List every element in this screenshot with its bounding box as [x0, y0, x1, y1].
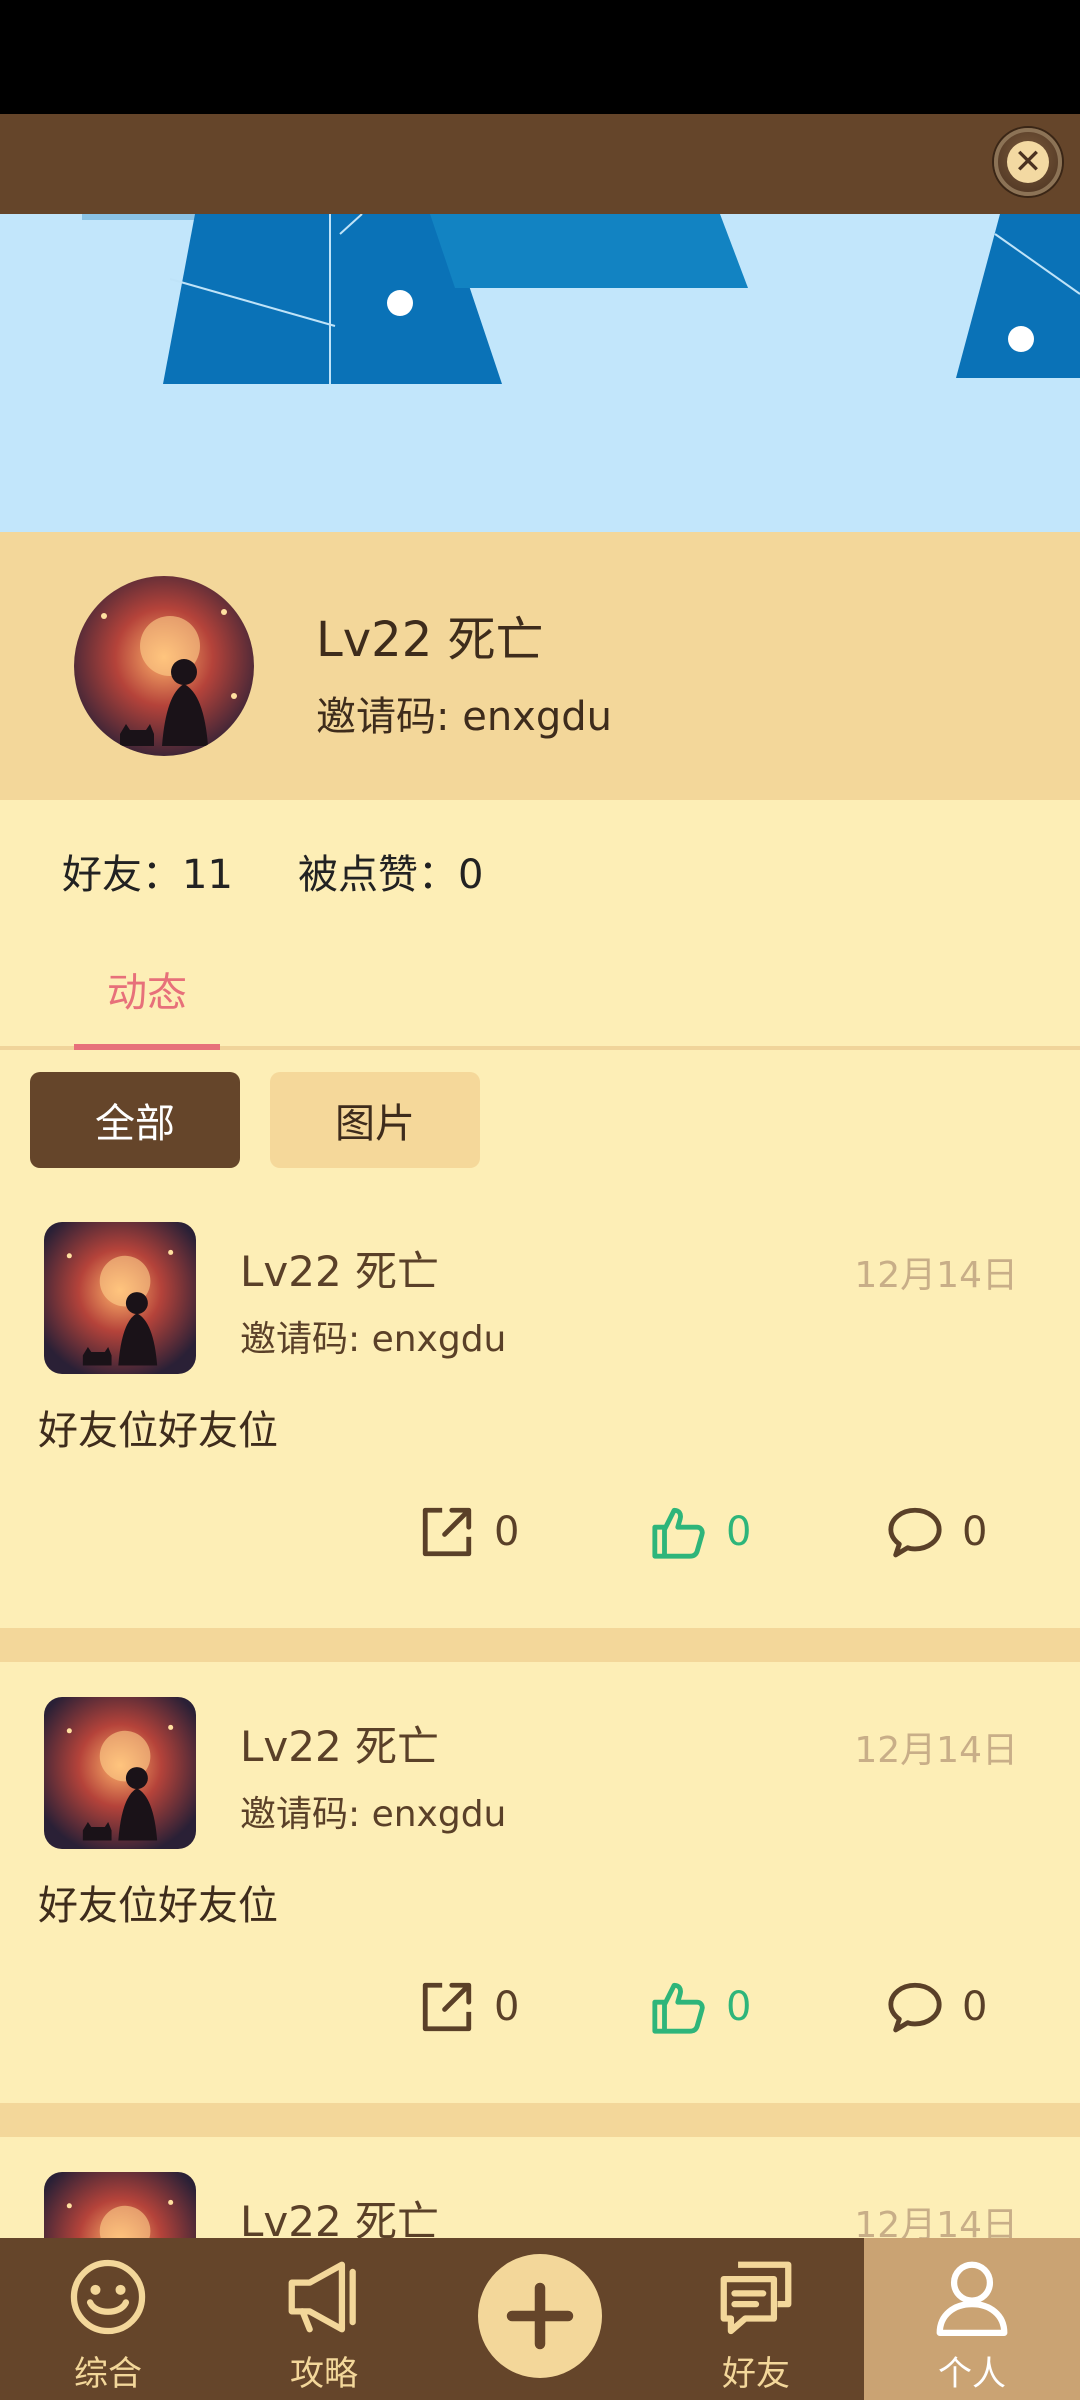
likes-stat: 被点赞：0 [298, 842, 483, 900]
friends-stat-value: 11 [182, 852, 233, 898]
post-avatar[interactable] [44, 2172, 196, 2238]
post-date: 12月14日 [854, 1730, 1018, 1771]
banner-pattern [82, 214, 1080, 384]
post-divider [0, 2103, 1080, 2137]
filter-bar: 全部 图片 [0, 1050, 1080, 1190]
profile-stats: 好友：11 被点赞：0 [0, 800, 1080, 910]
post-card[interactable]: Lv22 死亡 邀请码: enxgdu 12月14日 好友位好友位 0 0 0 [0, 1677, 1080, 2117]
nav-friends[interactable]: 好友 [648, 2238, 864, 2400]
profile-name: Lv22 死亡 [316, 612, 544, 668]
like-count: 0 [726, 1984, 752, 2030]
post-card[interactable]: Lv22 死亡 邀请码: enxgdu 12月14日 好友位好友位 0 0 0 [0, 1202, 1080, 1642]
thumbs-up-icon [652, 1982, 705, 2034]
post-card[interactable]: Lv22 死亡 12月14日 [0, 2152, 1080, 2238]
share-icon [422, 1507, 472, 1557]
comment-count: 0 [962, 1984, 988, 2030]
avatar[interactable] [74, 576, 254, 756]
profile-banner [0, 214, 1080, 532]
friends-stat-label: 好友： [62, 852, 182, 898]
avatar-image [44, 1222, 196, 1374]
post-date: 12月14日 [854, 1255, 1018, 1296]
nav-general[interactable]: 综合 [0, 2238, 216, 2400]
post-date: 12月14日 [854, 2205, 1018, 2238]
smiley-icon [70, 2259, 146, 2335]
nav-personal[interactable]: 个人 [864, 2238, 1080, 2400]
nav-guide[interactable]: 攻略 [216, 2238, 432, 2400]
filter-pictures-button[interactable]: 图片 [270, 1072, 480, 1168]
chat-icon [720, 2261, 792, 2335]
share-action[interactable]: 0 [418, 1977, 519, 2037]
nav-guide-label: 攻略 [290, 2354, 358, 2394]
invite-code-value: enxgdu [462, 694, 612, 740]
post-author-name: Lv22 死亡 [240, 1722, 440, 1771]
post-author-name: Lv22 死亡 [240, 2197, 440, 2238]
likes-stat-value: 0 [458, 852, 484, 898]
invite-code-label: 邀请码: [316, 694, 450, 740]
post-text: 好友位好友位 [38, 1883, 278, 1929]
comment-count: 0 [962, 1509, 988, 1555]
post-avatar[interactable] [44, 1697, 196, 1849]
share-action[interactable]: 0 [418, 1502, 519, 1562]
bottom-navigation: 综合 攻略 好友 个人 [0, 2238, 1080, 2400]
friends-stat[interactable]: 好友：11 [62, 842, 233, 900]
nav-friends-label: 好友 [722, 2354, 790, 2394]
status-bar [0, 0, 1080, 114]
like-action[interactable]: 0 [650, 1502, 751, 1562]
top-bar: ✕ [0, 114, 1080, 214]
invite-code: 邀请码: enxgdu [316, 684, 612, 742]
close-button[interactable]: ✕ [994, 128, 1062, 196]
person-icon [936, 2261, 1008, 2336]
post-invite-code: 邀请码: enxgdu [240, 1794, 507, 1835]
tab-bar: 动态 [0, 910, 1080, 1050]
like-action[interactable]: 0 [650, 1977, 751, 2037]
add-post-button[interactable] [478, 2254, 602, 2378]
avatar-image [44, 1697, 196, 1849]
comment-action[interactable]: 0 [886, 1977, 987, 2037]
nav-personal-label: 个人 [938, 2354, 1006, 2394]
megaphone-icon [288, 2261, 356, 2333]
tab-moments[interactable]: 动态 [74, 960, 220, 1050]
post-divider [0, 1628, 1080, 1662]
nav-general-label: 综合 [74, 2354, 142, 2394]
close-icon: ✕ [1007, 141, 1049, 183]
like-count: 0 [726, 1509, 752, 1555]
share-icon [422, 1982, 472, 2032]
plus-icon [506, 2282, 574, 2350]
comment-icon [888, 1507, 942, 1558]
avatar-image [44, 2172, 196, 2238]
avatar-image [74, 576, 254, 756]
post-avatar[interactable] [44, 1222, 196, 1374]
post-text: 好友位好友位 [38, 1408, 278, 1454]
likes-stat-label: 被点赞： [298, 852, 458, 898]
thumbs-up-icon [652, 1507, 705, 1559]
share-count: 0 [494, 1509, 520, 1555]
comment-icon [888, 1982, 942, 2033]
filter-all-button[interactable]: 全部 [30, 1072, 240, 1168]
post-author-name: Lv22 死亡 [240, 1247, 440, 1296]
share-count: 0 [494, 1984, 520, 2030]
profile-header: Lv22 死亡 邀请码: enxgdu [0, 532, 1080, 800]
post-invite-code: 邀请码: enxgdu [240, 1319, 507, 1360]
comment-action[interactable]: 0 [886, 1502, 987, 1562]
